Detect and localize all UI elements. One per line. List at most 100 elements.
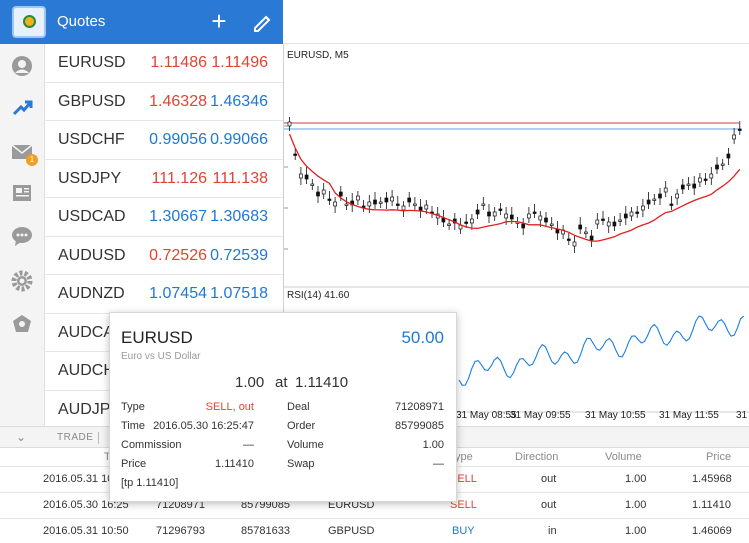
quote-row[interactable]: USDCAD 1.30667 1.30683	[45, 198, 283, 237]
header-volume: Volume	[605, 451, 642, 463]
settings-icon[interactable]	[11, 270, 33, 292]
order-label: Order	[287, 420, 316, 432]
trade-icon[interactable]	[11, 98, 33, 120]
time-label: 31	[736, 410, 748, 421]
candle-body	[413, 203, 417, 206]
header-type: ype	[455, 451, 473, 463]
page-title: Quotes	[57, 13, 106, 30]
type-label: Type	[121, 401, 145, 413]
price-label: Price	[121, 458, 147, 470]
candle-body	[612, 221, 617, 227]
order-value: 85799085	[395, 420, 444, 432]
account-icon[interactable]	[11, 55, 33, 77]
add-symbol-button[interactable]: +	[205, 8, 233, 36]
candle-body	[549, 223, 554, 226]
quote-symbol: AUDNZD	[58, 285, 125, 302]
candle-body	[310, 183, 315, 186]
deal-details-popup[interactable]: EURUSD Euro vs US Dollar 50.00 1.00 at 1…	[109, 312, 457, 502]
popup-volume: 1.00	[235, 374, 265, 391]
row-direction: in	[548, 525, 557, 537]
quote-row[interactable]: AUDUSD 0.72526 0.72539	[45, 237, 283, 275]
candle-body	[447, 223, 451, 226]
time-label: 31 May 11:55	[659, 410, 719, 421]
quote-symbol: GBPUSD	[58, 92, 126, 110]
quote-row[interactable]: USDCHF 0.99056 0.99066	[45, 121, 283, 160]
candle-body	[595, 219, 600, 225]
candle-body	[498, 208, 503, 211]
candle-body	[532, 211, 537, 214]
quote-ask: 1.11496	[211, 54, 268, 71]
row-deal: 71296793	[156, 525, 205, 537]
candle-body	[715, 164, 719, 170]
candle-body	[293, 153, 298, 156]
candle-body	[378, 201, 383, 204]
swap-value: —	[433, 458, 444, 470]
app-logo	[12, 6, 46, 38]
candle-body	[732, 134, 736, 140]
header-direction: Direction	[515, 451, 559, 463]
candle-body	[635, 211, 640, 214]
mail-badge: 1	[26, 154, 38, 166]
pencil-icon	[254, 15, 271, 32]
popup-symbol: EURUSD	[121, 328, 193, 347]
time-label: 31 May 09:55	[510, 410, 571, 421]
candle-body	[589, 235, 594, 241]
quote-row[interactable]: EURUSD 1.11486 1.11496	[45, 44, 283, 83]
tab-trade[interactable]: TRADE	[57, 432, 93, 443]
plus-icon: +	[211, 6, 227, 36]
quote-symbol: USDJPY	[58, 169, 122, 187]
candle-body	[475, 209, 480, 215]
candle-body	[709, 173, 714, 179]
candle-body	[623, 213, 628, 219]
quote-row[interactable]: AUDNZD 1.07454 1.07518	[45, 275, 283, 314]
quote-row[interactable]: GBPUSD 1.46328 1.46346	[45, 83, 283, 121]
candle-body	[361, 205, 366, 208]
chart-symbol-label: EURUSD, M5	[287, 50, 349, 61]
quote-symbol: AUDUSD	[58, 246, 126, 264]
candle-body	[487, 211, 491, 217]
popup-price: 1.11410	[295, 374, 349, 391]
candle-body	[618, 219, 622, 222]
popup-description: Euro vs US Dollar	[121, 351, 201, 362]
candle-body	[606, 221, 611, 227]
candle-body	[658, 193, 662, 199]
left-navigation: 1	[0, 44, 45, 426]
candle-body	[504, 213, 508, 219]
time-value: 2016.05.30 16:25:47	[153, 420, 254, 432]
candle-body	[703, 178, 708, 181]
candle-body	[584, 231, 588, 234]
swap-label: Swap	[287, 458, 315, 470]
candle-body	[304, 174, 309, 180]
header-price: Price	[706, 451, 732, 463]
edit-button[interactable]	[248, 8, 276, 36]
rsi-label: RSI(14) 41.60	[287, 290, 350, 301]
history-row[interactable]: 2016.05.31 10:50 71296793 85781633 GBPUS…	[0, 518, 749, 543]
candle-body	[521, 223, 526, 229]
community-icon[interactable]	[11, 313, 33, 335]
top-bar: Quotes +	[0, 0, 283, 44]
quote-row[interactable]: USDJPY 111.126 111.138	[45, 160, 283, 198]
candle-body	[401, 205, 406, 211]
candle-body	[737, 128, 742, 131]
candle-body	[652, 198, 657, 201]
news-icon[interactable]	[11, 182, 33, 204]
candle-body	[424, 204, 429, 210]
quote-ask: 1.30683	[210, 208, 268, 225]
chat-icon[interactable]	[11, 225, 33, 247]
row-volume: 1.00	[625, 525, 647, 537]
candle-body	[390, 196, 394, 202]
candle-body	[492, 211, 497, 217]
candle-body	[287, 121, 292, 127]
row-price: 1.11410	[692, 499, 731, 511]
candle-body	[407, 197, 412, 203]
volume-label: Volume	[287, 439, 324, 451]
row-type: BUY	[452, 525, 475, 537]
candle-body	[629, 211, 634, 217]
candle-body	[698, 177, 702, 183]
commission-value: —	[243, 439, 254, 451]
chevron-down-icon[interactable]: ⌄	[16, 430, 26, 444]
time-label: 31 May 08:55	[456, 410, 517, 421]
quote-ask: 1.46346	[210, 92, 268, 110]
candle-body	[669, 203, 674, 206]
candle-body	[566, 238, 571, 241]
